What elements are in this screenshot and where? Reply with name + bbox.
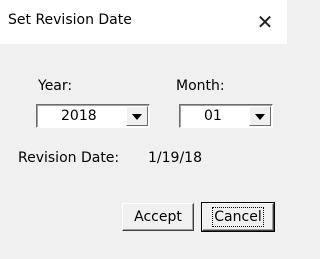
chevron-down-icon — [255, 114, 265, 120]
title-bar: Set Revision Date ✕ — [0, 0, 287, 44]
month-dropdown-button[interactable] — [249, 106, 271, 126]
close-button[interactable]: ✕ — [243, 0, 287, 44]
revision-date-label: Revision Date: — [18, 150, 120, 166]
year-label: Year: — [38, 78, 73, 94]
cancel-button[interactable]: Cancel — [201, 202, 275, 232]
month-value: 01 — [204, 108, 222, 124]
month-dropdown[interactable]: 01 — [179, 104, 273, 128]
cancel-button-label: Cancel — [212, 207, 264, 227]
revision-date-value: 1/19/18 — [148, 150, 202, 166]
year-dropdown[interactable]: 2018 — [36, 104, 150, 128]
month-label: Month: — [176, 78, 225, 94]
set-revision-date-dialog: Set Revision Date ✕ Year: 2018 Month: 01… — [0, 0, 287, 259]
year-value: 2018 — [61, 108, 97, 124]
close-icon: ✕ — [256, 10, 274, 34]
accept-button-label: Accept — [134, 209, 182, 225]
dialog-title: Set Revision Date — [8, 12, 132, 28]
accept-button[interactable]: Accept — [122, 203, 194, 231]
chevron-down-icon — [132, 114, 142, 120]
year-dropdown-button[interactable] — [126, 106, 148, 126]
